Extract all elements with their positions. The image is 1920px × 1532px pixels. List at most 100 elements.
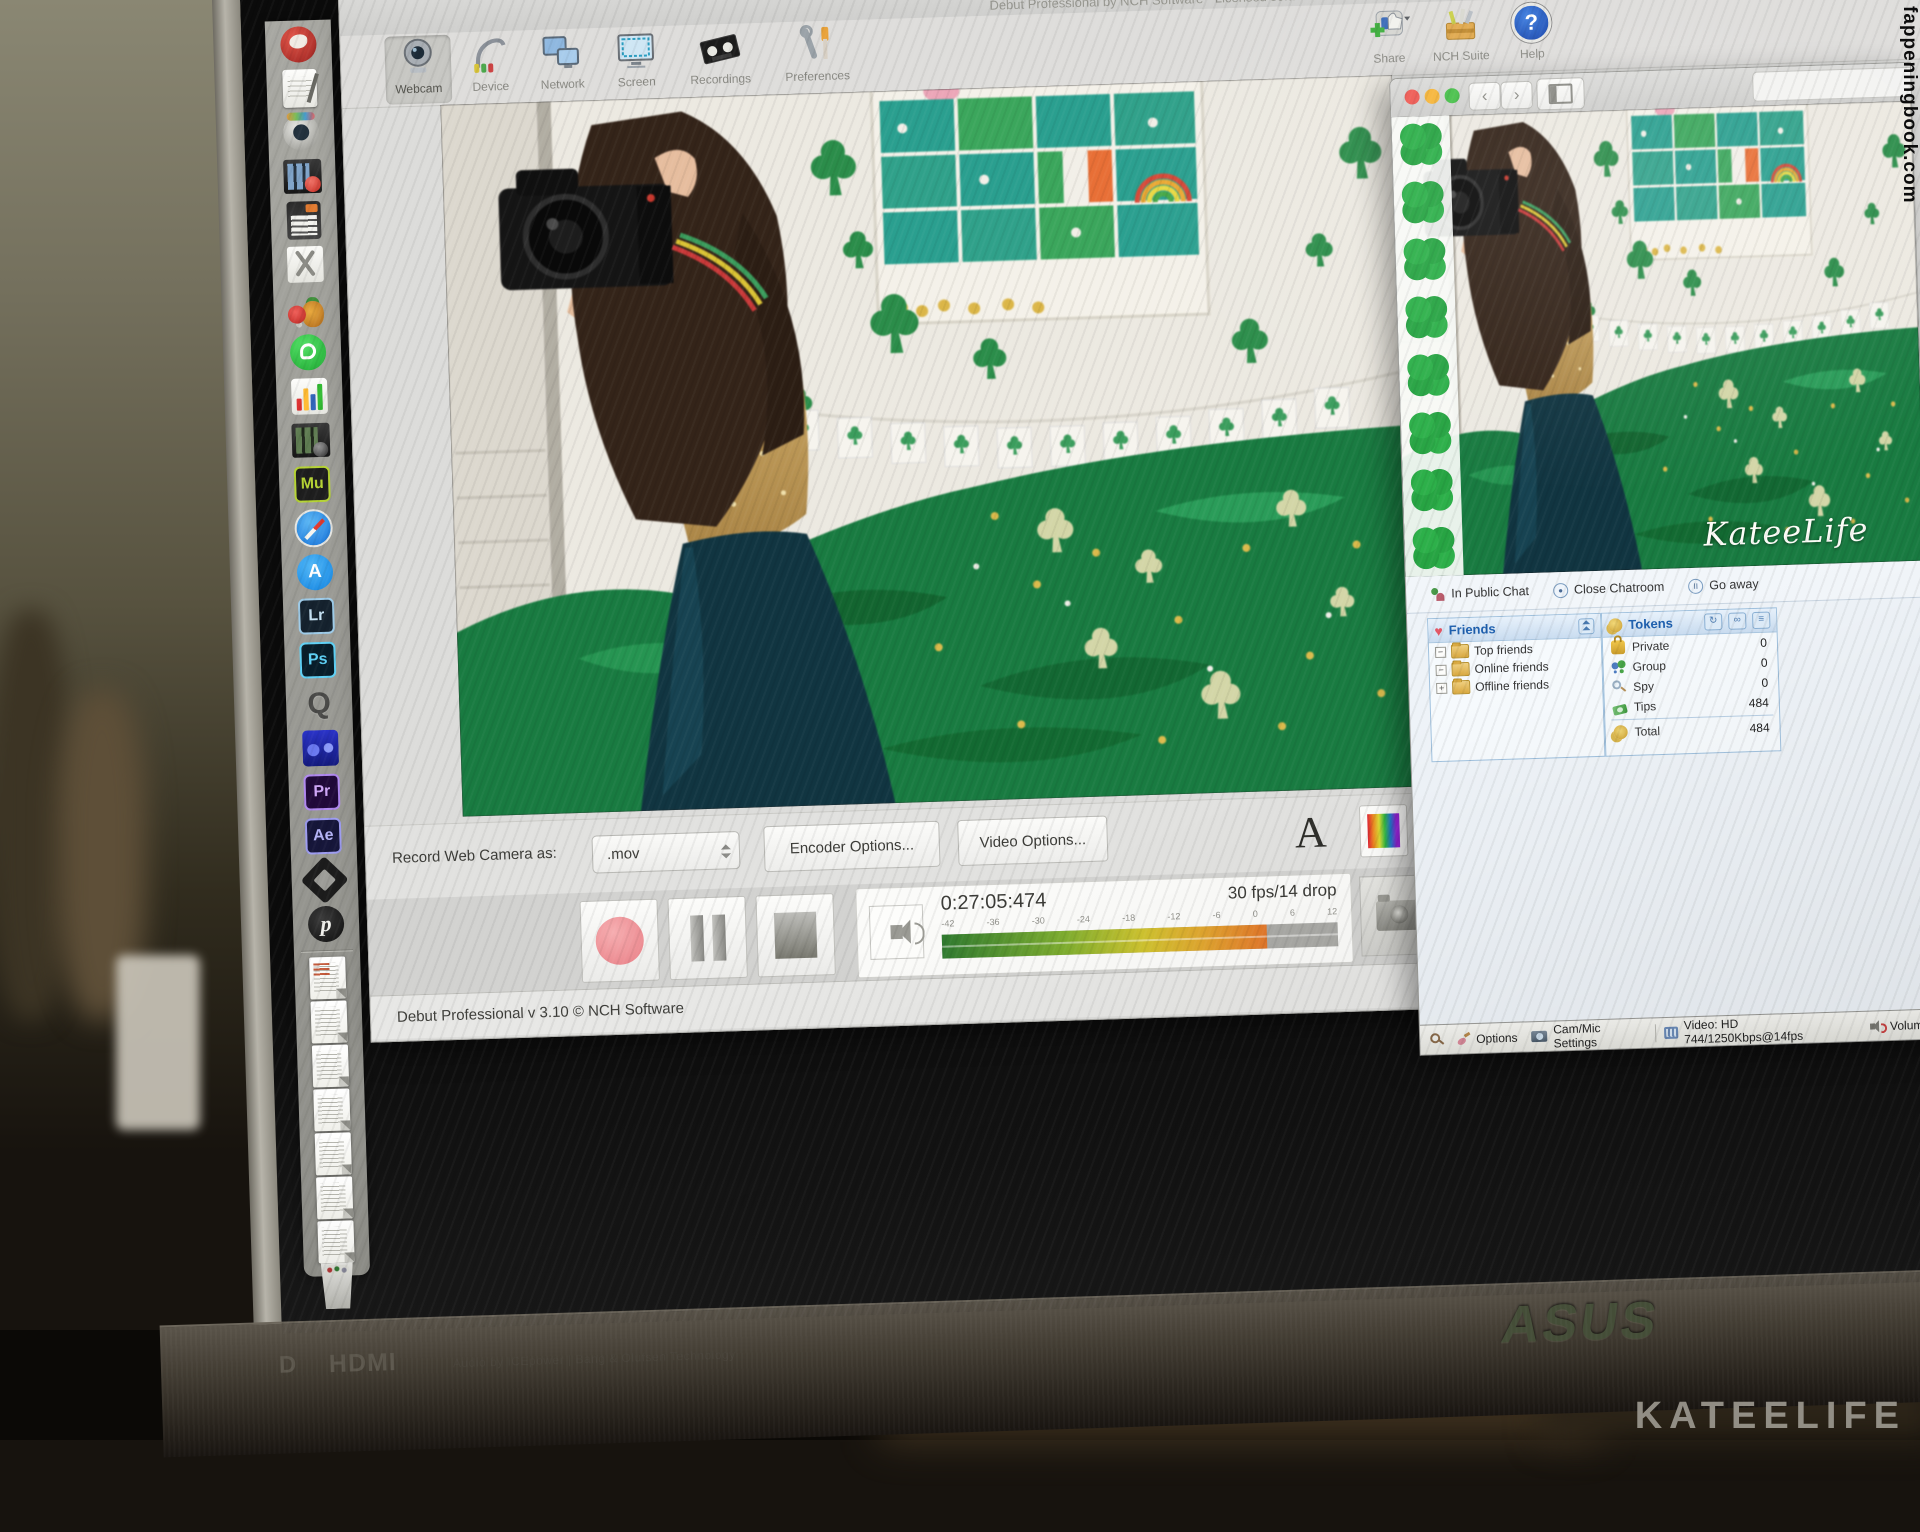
processing-icon: p	[308, 905, 345, 942]
dock-item-webcam-app[interactable]	[280, 111, 323, 154]
forward-button[interactable]: ›	[1500, 81, 1533, 110]
monitor: Mu A Lr Ps Q Pr Ae p Debut Professional …	[0, 0, 1920, 1532]
format-select[interactable]: .mov	[591, 831, 740, 874]
tab-label: Device	[472, 79, 509, 94]
collapse-icon[interactable]: −	[1435, 664, 1446, 675]
friends-panel: ♥ Friends − Top friends − Online friends…	[1427, 613, 1605, 762]
close-chatroom-button[interactable]: ● Close Chatroom	[1553, 579, 1665, 597]
tab-device[interactable]: Device	[456, 32, 524, 102]
dock-item-screen-recorder[interactable]	[281, 155, 324, 198]
search-tokens-button[interactable]: ∞	[1728, 612, 1747, 630]
heart-icon: ♥	[1434, 623, 1443, 637]
pineapple-cocktail-icon	[287, 289, 326, 328]
dock-item-calculator[interactable]	[282, 199, 325, 242]
zoom-window-button[interactable]	[1444, 88, 1459, 103]
dock-item-unity[interactable]	[303, 858, 346, 901]
record-button[interactable]	[579, 899, 660, 983]
dock-minimized-document[interactable]	[306, 956, 349, 999]
token-list-button[interactable]: ≡	[1752, 612, 1771, 630]
tools-icon	[794, 23, 839, 68]
dock-item-safari[interactable]	[292, 507, 335, 550]
go-away-button[interactable]: II Go away	[1688, 576, 1759, 593]
back-button[interactable]: ‹	[1468, 82, 1501, 111]
person-icon	[1430, 586, 1445, 601]
encoder-options-button[interactable]: Encoder Options...	[763, 821, 940, 873]
dock-item-after-effects[interactable]: Ae	[302, 814, 345, 857]
tab-label: Screen	[618, 74, 656, 89]
volume-control[interactable]: Volume	[1870, 1017, 1920, 1033]
dock-item-processing[interactable]: p	[304, 902, 347, 945]
dock-item-clipping-tool[interactable]	[284, 243, 327, 286]
tokens-panel: Tokens ↻ ∞ ≡ Private 0 Group 0 Spy 0	[1601, 607, 1781, 756]
tab-webcam[interactable]: Webcam	[384, 35, 452, 105]
document-thumbnail	[315, 1132, 352, 1175]
dock-minimized-document[interactable]	[313, 1176, 356, 1219]
tab-label: Network	[541, 76, 585, 91]
tab-screen[interactable]: Screen	[602, 28, 670, 98]
spy-icon	[1612, 680, 1626, 694]
token-value: 484	[1749, 696, 1769, 711]
dock-item-photoshop[interactable]: Ps	[296, 639, 339, 682]
color-bars-icon	[1367, 813, 1400, 848]
tab-recordings[interactable]: Recordings	[686, 25, 754, 95]
dock-item-quicktime[interactable]: Q	[298, 682, 341, 725]
video-options-button[interactable]: Video Options...	[957, 815, 1108, 866]
stop-circle-icon: ●	[1553, 582, 1568, 597]
options-button[interactable]: Options	[1456, 1030, 1518, 1046]
dock-item-red-app[interactable]	[277, 23, 320, 66]
dock-minimized-document[interactable]	[308, 1000, 351, 1043]
dock-item-chart-app[interactable]	[288, 375, 331, 418]
mute-button[interactable]	[869, 904, 925, 960]
dock-item-blue-app[interactable]	[299, 726, 342, 769]
close-window-button[interactable]	[1404, 89, 1419, 104]
dock-item-video-app[interactable]	[289, 419, 332, 462]
collapse-icon[interactable]: −	[1435, 646, 1446, 657]
dock-minimized-document[interactable]	[314, 1220, 357, 1263]
magnifier-icon[interactable]	[1430, 1032, 1444, 1046]
dock-item-adobe-muse[interactable]: Mu	[291, 463, 334, 506]
dock-minimized-document[interactable]	[309, 1044, 352, 1087]
collapse-panel-button[interactable]	[1578, 618, 1594, 634]
dock-trash[interactable]	[316, 1264, 359, 1307]
photoshop-icon: Ps	[299, 642, 336, 679]
expand-icon[interactable]: +	[1436, 682, 1447, 693]
refresh-button[interactable]: ↻	[1704, 613, 1723, 631]
token-label: Group	[1632, 659, 1666, 674]
clover-icon	[1404, 295, 1449, 340]
color-bars-button[interactable]	[1359, 804, 1409, 857]
toolbar-help-button[interactable]: ? Help	[1502, 0, 1562, 70]
dock-item-party-app[interactable]	[285, 287, 328, 330]
dock-item-lightroom[interactable]: Lr	[295, 595, 338, 638]
dock-item-app-store[interactable]: A	[293, 551, 336, 594]
toolbar-label: NCH Suite	[1433, 48, 1490, 64]
dock-item-premiere[interactable]: Pr	[300, 770, 343, 813]
toolbar-label: Share	[1373, 51, 1405, 66]
pause-button[interactable]	[667, 896, 748, 980]
after-effects-icon: Ae	[305, 818, 342, 855]
friends-group-label: Top friends	[1474, 642, 1533, 658]
stop-button[interactable]	[755, 893, 836, 977]
tab-network[interactable]: Network	[528, 30, 596, 100]
chevron-up-icon	[721, 839, 731, 849]
webcam-app-icon	[283, 114, 320, 151]
public-chat-status[interactable]: In Public Chat	[1430, 584, 1529, 602]
volume-icon	[1870, 1020, 1884, 1032]
toolbar-nch-suite-button[interactable]: NCH Suite	[1422, 2, 1500, 72]
dock-minimized-document[interactable]	[312, 1132, 355, 1175]
tab-preferences[interactable]: Preferences	[776, 22, 858, 92]
webcam-preview	[440, 75, 1414, 817]
dock-minimized-document[interactable]	[310, 1088, 353, 1131]
cam-mic-settings-button[interactable]: Cam/Mic Settings	[1531, 1019, 1647, 1051]
text-overlay-button[interactable]: A	[1281, 802, 1341, 862]
token-value: 0	[1761, 656, 1768, 670]
toolbar-share-button[interactable]: Share	[1358, 4, 1420, 74]
dock-item-textedit[interactable]	[278, 67, 321, 110]
minimize-window-button[interactable]	[1424, 89, 1439, 104]
lightroom-icon: Lr	[298, 598, 335, 635]
sidebar-toggle-button[interactable]	[1536, 77, 1585, 110]
friends-group-label: Online friends	[1474, 660, 1548, 676]
token-value: 0	[1761, 676, 1768, 690]
device-cable-icon	[467, 33, 512, 78]
dock-item-whatsapp[interactable]	[286, 331, 329, 374]
address-bar[interactable]	[1752, 65, 1920, 101]
